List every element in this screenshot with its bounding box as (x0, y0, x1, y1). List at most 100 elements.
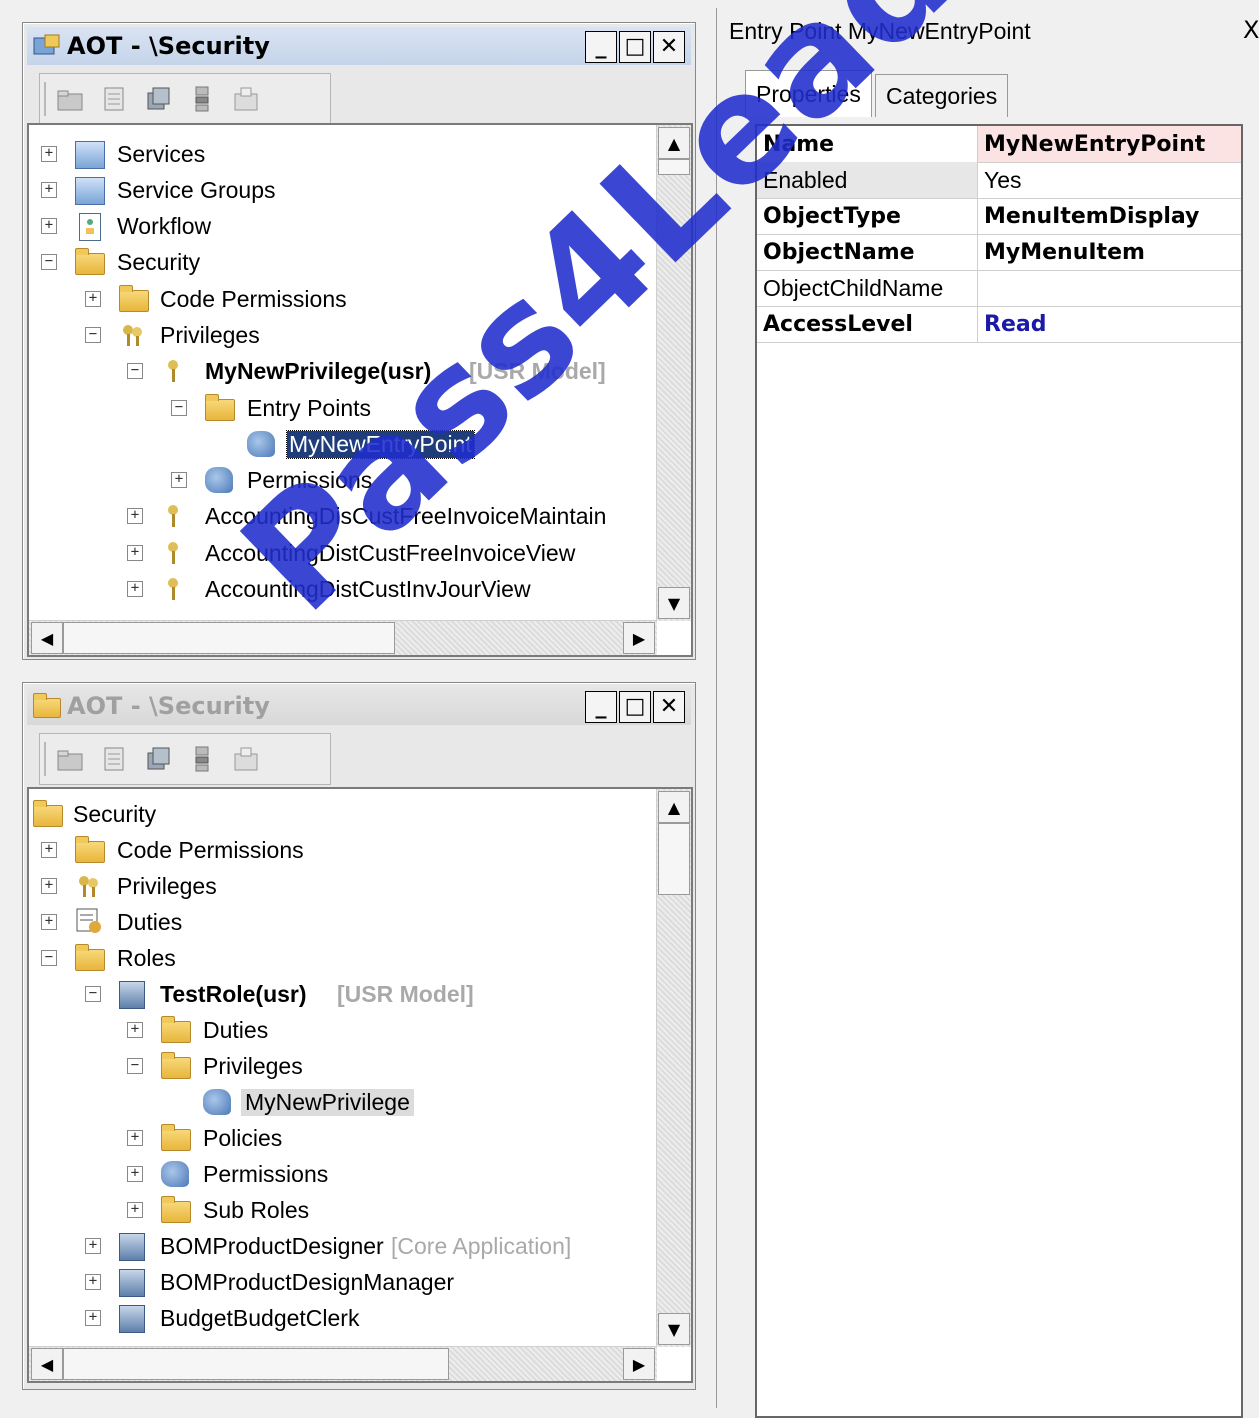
horizontal-scrollbar[interactable]: ◀ ▶ (29, 1346, 657, 1381)
vertical-scrollbar[interactable]: ▲ ▼ (656, 125, 691, 621)
expand-toggle[interactable]: + (127, 581, 143, 597)
tree-item-privileges[interactable]: − Privileges (29, 318, 649, 352)
property-row[interactable]: Enabled Yes (757, 162, 1241, 199)
expand-toggle[interactable]: + (127, 508, 143, 524)
tree-item-workflow[interactable]: + Workflow (29, 209, 649, 243)
expand-toggle[interactable]: + (85, 1310, 101, 1326)
property-value[interactable]: Read (978, 306, 1241, 342)
expand-toggle[interactable]: + (41, 878, 57, 894)
expand-toggle[interactable]: + (41, 218, 57, 234)
save-all-icon[interactable] (144, 85, 172, 113)
property-value[interactable]: MyNewEntryPoint (978, 126, 1241, 162)
titlebar-top[interactable]: AOT - \Security _ □ ✕ (27, 27, 691, 65)
horizontal-scrollbar[interactable]: ◀ ▶ (29, 620, 657, 655)
tree-item-sub-roles[interactable]: + Sub Roles (29, 1193, 649, 1227)
open-folder-icon[interactable] (56, 85, 84, 113)
property-row[interactable]: ObjectType MenuItemDisplay (757, 198, 1241, 235)
scroll-down-button[interactable]: ▼ (658, 1313, 690, 1345)
expand-toggle[interactable]: + (41, 146, 57, 162)
property-value[interactable]: Yes (978, 162, 1241, 198)
scroll-thumb[interactable] (63, 1348, 449, 1380)
scroll-up-button[interactable]: ▲ (658, 127, 690, 159)
vertical-scrollbar[interactable]: ▲ ▼ (656, 789, 691, 1347)
tree-item-privileges[interactable]: + Privileges (29, 869, 649, 903)
minimize-button[interactable]: _ (585, 31, 617, 63)
tree-item-mynewentrypoint[interactable]: MyNewEntryPoint (29, 427, 649, 461)
scroll-right-button[interactable]: ▶ (623, 1348, 655, 1380)
scroll-up-button[interactable]: ▲ (658, 791, 690, 823)
tree-item-code-permissions[interactable]: + Code Permissions (29, 833, 649, 867)
close-icon[interactable]: X (1243, 16, 1259, 44)
scroll-thumb[interactable] (658, 159, 690, 175)
expand-toggle[interactable]: + (171, 472, 187, 488)
tree-item-privilege[interactable]: + AccountingDisCustFreeInvoiceMaintain (29, 499, 649, 533)
tree-item-role[interactable]: + BudgetBudgetClerk (29, 1301, 649, 1335)
scroll-left-button[interactable]: ◀ (31, 622, 63, 654)
open-folder-icon[interactable] (56, 745, 84, 773)
tree-item-duties[interactable]: + Duties (29, 1013, 649, 1047)
tree-item-mynewprivilege[interactable]: MyNewPrivilege (29, 1085, 649, 1119)
property-value[interactable] (978, 270, 1241, 306)
expand-toggle[interactable]: + (85, 291, 101, 307)
tree-item-policies[interactable]: + Policies (29, 1121, 649, 1155)
collapse-toggle[interactable]: − (85, 327, 101, 343)
property-row[interactable]: AccessLevel Read (757, 306, 1241, 343)
collapse-toggle[interactable]: − (85, 986, 101, 1002)
property-row[interactable]: ObjectChildName (757, 270, 1241, 307)
property-grid[interactable]: Name MyNewEntryPoint Enabled Yes ObjectT… (755, 124, 1243, 1418)
property-row[interactable]: ObjectName MyMenuItem (757, 234, 1241, 271)
tree-item-testrole[interactable]: − TestRole(usr) [USR Model] (29, 977, 649, 1011)
expand-toggle[interactable]: + (127, 1202, 143, 1218)
tree-item-role[interactable]: + BOMProductDesignManager (29, 1265, 649, 1299)
tree-item-code-permissions[interactable]: + Code Permissions (29, 282, 649, 316)
collapse-toggle[interactable]: − (171, 400, 187, 416)
compile-icon[interactable] (188, 745, 216, 773)
close-button[interactable]: ✕ (653, 31, 685, 63)
property-value[interactable]: MenuItemDisplay (978, 198, 1241, 234)
aot-tree-bottom[interactable]: Security + Code Permissions + Privileges… (27, 787, 693, 1383)
maximize-button[interactable]: □ (619, 691, 651, 723)
tree-item-role[interactable]: + BOMProductDesigner [Core Application] (29, 1229, 649, 1263)
save-all-icon[interactable] (144, 745, 172, 773)
expand-toggle[interactable]: + (85, 1238, 101, 1254)
tree-item-permissions[interactable]: + Permissions (29, 1157, 649, 1191)
property-row[interactable]: Name MyNewEntryPoint (757, 126, 1241, 163)
tab-categories[interactable]: Categories (875, 74, 1009, 117)
tree-item-duties[interactable]: + Duties (29, 905, 649, 939)
close-button[interactable]: ✕ (653, 691, 685, 723)
properties-icon[interactable] (100, 85, 128, 113)
expand-toggle[interactable]: + (127, 1166, 143, 1182)
properties-icon[interactable] (100, 745, 128, 773)
tree-item-entry-points[interactable]: − Entry Points (29, 391, 649, 425)
tree-item-privileges[interactable]: − Privileges (29, 1049, 649, 1083)
tab-properties[interactable]: Properties (745, 70, 872, 117)
tree-item-privilege[interactable]: + AccountingDistCustInvJourView (29, 572, 649, 606)
scroll-thumb[interactable] (658, 823, 690, 895)
expand-toggle[interactable]: + (41, 914, 57, 930)
aot-tree-top[interactable]: + Services + Service Groups + Workflow −… (27, 123, 693, 657)
expand-toggle[interactable]: + (127, 545, 143, 561)
import-icon[interactable] (232, 745, 260, 773)
tree-item-services[interactable]: + Services (29, 137, 649, 171)
tree-item-privilege[interactable]: + AccountingDistCustFreeInvoiceView (29, 536, 649, 570)
tree-item-security[interactable]: − Security (29, 245, 649, 279)
collapse-toggle[interactable]: − (41, 950, 57, 966)
collapse-toggle[interactable]: − (41, 254, 57, 270)
import-icon[interactable] (232, 85, 260, 113)
collapse-toggle[interactable]: − (127, 363, 143, 379)
scroll-right-button[interactable]: ▶ (623, 622, 655, 654)
scroll-down-button[interactable]: ▼ (658, 587, 690, 619)
expand-toggle[interactable]: + (41, 182, 57, 198)
titlebar-bottom[interactable]: AOT - \Security _ □ ✕ (27, 687, 691, 725)
collapse-toggle[interactable]: − (127, 1058, 143, 1074)
expand-toggle[interactable]: + (85, 1274, 101, 1290)
expand-toggle[interactable]: + (127, 1022, 143, 1038)
tree-item-roles[interactable]: − Roles (29, 941, 649, 975)
expand-toggle[interactable]: + (41, 842, 57, 858)
scroll-left-button[interactable]: ◀ (31, 1348, 63, 1380)
minimize-button[interactable]: _ (585, 691, 617, 723)
tree-item-service-groups[interactable]: + Service Groups (29, 173, 649, 207)
maximize-button[interactable]: □ (619, 31, 651, 63)
property-value[interactable]: MyMenuItem (978, 234, 1241, 270)
expand-toggle[interactable]: + (127, 1130, 143, 1146)
